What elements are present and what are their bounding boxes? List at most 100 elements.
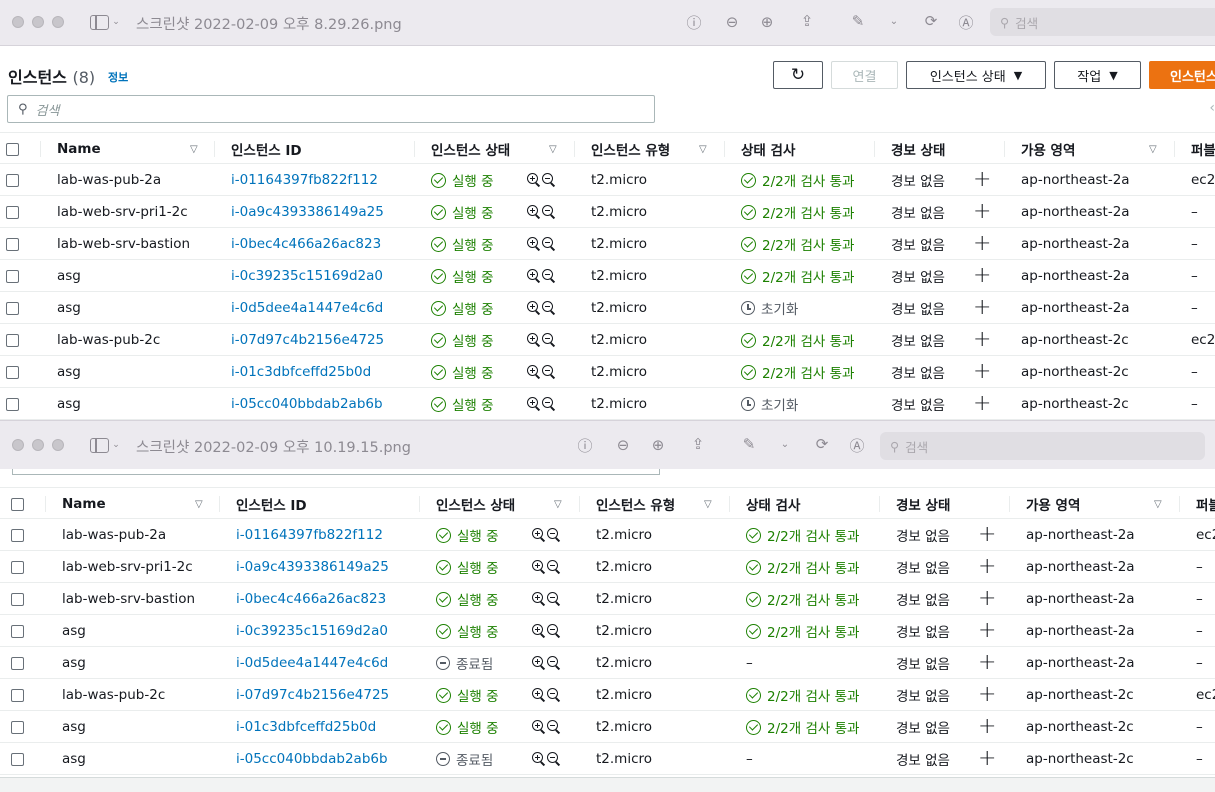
select-all-checkbox[interactable] — [6, 133, 19, 165]
zoom-in-icon[interactable]: ⊕ — [648, 435, 668, 455]
zoom-in-icon[interactable] — [532, 560, 546, 574]
add-alarm-plus-icon[interactable]: + — [973, 228, 991, 260]
zoom-in-icon[interactable] — [532, 720, 546, 734]
instance-id-link[interactable]: i-0c39235c15169d2a0 — [231, 260, 383, 292]
zoom-in-icon[interactable] — [527, 397, 541, 411]
window-search-field[interactable]: ⚲ 검색 — [990, 8, 1215, 36]
column-header-name[interactable]: Name — [62, 488, 106, 520]
sort-icon[interactable]: ▽ — [554, 488, 562, 520]
column-header-status-check[interactable]: 상태 검사 — [746, 488, 800, 520]
status-check[interactable]: 2/2개 검사 통과 — [746, 711, 859, 743]
info-link[interactable]: 정보 — [108, 69, 128, 85]
zoom-window-button[interactable] — [52, 439, 64, 451]
column-header-instance-id[interactable]: 인스턴스 ID — [236, 488, 307, 520]
zoom-in-icon[interactable] — [527, 237, 541, 251]
instance-id-link[interactable]: i-05cc040bbdab2ab6b — [236, 743, 388, 775]
sort-icon[interactable]: ▽ — [549, 133, 557, 165]
zoom-in-icon[interactable] — [527, 365, 541, 379]
status-check[interactable]: 2/2개 검사 통과 — [741, 164, 854, 196]
instance-id-link[interactable]: i-0d5dee4a1447e4c6d — [231, 292, 383, 324]
annotate-icon[interactable]: Ⓐ — [956, 12, 976, 32]
table-row[interactable]: lab-was-pub-2a i-01164397fb822f112 실행 중 t2.… — [0, 519, 1215, 551]
status-check[interactable]: 2/2개 검사 통과 — [746, 615, 859, 647]
instance-id-link[interactable]: i-0a9c4393386149a25 — [231, 196, 384, 228]
add-alarm-plus-icon[interactable]: + — [973, 164, 991, 196]
row-checkbox[interactable] — [11, 647, 24, 679]
zoom-in-icon[interactable]: ⊕ — [757, 12, 777, 32]
status-check[interactable]: 2/2개 검사 통과 — [741, 356, 854, 388]
table-row[interactable]: asg i-05cc040bbdab2ab6b 실행 중 t2.micro 초기화 경보 … — [0, 388, 1215, 420]
zoom-in-icon[interactable] — [532, 624, 546, 638]
share-icon[interactable]: ⇪ — [688, 434, 708, 454]
zoom-out-icon[interactable] — [542, 333, 556, 347]
column-header-availability-zone[interactable]: 가용 영역 — [1021, 133, 1075, 165]
row-checkbox[interactable] — [6, 292, 19, 324]
zoom-out-icon[interactable] — [547, 656, 561, 670]
add-alarm-plus-icon[interactable]: + — [978, 519, 996, 551]
instance-id-link[interactable]: i-01164397fb822f112 — [231, 164, 378, 196]
status-check[interactable]: 2/2개 검사 통과 — [746, 551, 859, 583]
column-header-public[interactable]: 퍼블 — [1191, 133, 1215, 165]
zoom-in-icon[interactable] — [527, 205, 541, 219]
close-window-button[interactable] — [12, 16, 24, 28]
column-header-alarm-status[interactable]: 경보 상태 — [896, 488, 950, 520]
zoom-in-icon[interactable] — [532, 656, 546, 670]
zoom-in-icon[interactable] — [532, 688, 546, 702]
instance-state-button[interactable]: 인스턴스 상태 ▼ — [906, 61, 1046, 89]
row-checkbox[interactable] — [6, 260, 19, 292]
instance-id-link[interactable]: i-0a9c4393386149a25 — [236, 551, 389, 583]
column-header-availability-zone[interactable]: 가용 영역 — [1026, 488, 1080, 520]
zoom-out-icon[interactable] — [542, 365, 556, 379]
zoom-in-icon[interactable] — [527, 333, 541, 347]
rotate-icon[interactable]: ⟳ — [812, 434, 832, 454]
sort-icon[interactable]: ▽ — [190, 133, 198, 165]
table-row[interactable]: asg i-0c39235c15169d2a0 실행 중 t2.micro 2/2개 검… — [0, 260, 1215, 292]
add-alarm-plus-icon[interactable]: + — [978, 711, 996, 743]
column-header-instance-type[interactable]: 인스턴스 유형 — [591, 133, 670, 165]
add-alarm-plus-icon[interactable]: + — [978, 615, 996, 647]
column-header-instance-state[interactable]: 인스턴스 상태 — [431, 133, 510, 165]
zoom-out-icon[interactable] — [547, 752, 561, 766]
table-row[interactable]: lab-was-pub-2a i-01164397fb822f112 실행 중 t2.… — [0, 164, 1215, 196]
add-alarm-plus-icon[interactable]: + — [978, 551, 996, 583]
instance-search-input[interactable]: ⚲ 검색 — [7, 95, 655, 123]
sort-icon[interactable]: ▽ — [699, 133, 707, 165]
column-header-alarm-status[interactable]: 경보 상태 — [891, 133, 945, 165]
annotate-icon[interactable]: Ⓐ — [847, 435, 867, 455]
zoom-out-icon[interactable] — [542, 173, 556, 187]
table-row[interactable]: lab-was-pub-2c i-07d97c4b2156e4725 실행 중 t2.… — [0, 679, 1215, 711]
add-alarm-plus-icon[interactable]: + — [973, 388, 991, 420]
status-check[interactable]: 2/2개 검사 통과 — [741, 260, 854, 292]
connect-button[interactable]: 연결 — [831, 61, 898, 89]
status-check[interactable]: 2/2개 검사 통과 — [741, 324, 854, 356]
refresh-button[interactable]: ↻ — [773, 61, 823, 89]
add-alarm-plus-icon[interactable]: + — [978, 743, 996, 775]
markup-pen-icon[interactable]: ✎ — [848, 11, 868, 31]
instance-id-link[interactable]: i-0bec4c466a26ac823 — [231, 228, 381, 260]
instance-id-link[interactable]: i-01164397fb822f112 — [236, 519, 383, 551]
status-check[interactable]: 2/2개 검사 통과 — [746, 519, 859, 551]
add-alarm-plus-icon[interactable]: + — [973, 292, 991, 324]
row-checkbox[interactable] — [11, 743, 24, 775]
zoom-out-icon[interactable] — [547, 688, 561, 702]
select-all-checkbox[interactable] — [11, 488, 24, 520]
row-checkbox[interactable] — [6, 196, 19, 228]
instance-id-link[interactable]: i-0c39235c15169d2a0 — [236, 615, 388, 647]
zoom-out-icon[interactable] — [547, 528, 561, 542]
instance-id-link[interactable]: i-07d97c4b2156e4725 — [236, 679, 389, 711]
instance-id-link[interactable]: i-0bec4c466a26ac823 — [236, 583, 386, 615]
rotate-icon[interactable]: ⟳ — [921, 11, 941, 31]
zoom-out-icon[interactable] — [547, 560, 561, 574]
zoom-in-icon[interactable] — [527, 301, 541, 315]
add-alarm-plus-icon[interactable]: + — [978, 647, 996, 679]
zoom-out-icon[interactable]: ⊖ — [613, 435, 633, 455]
zoom-out-icon[interactable] — [542, 397, 556, 411]
zoom-in-icon[interactable] — [532, 592, 546, 606]
sort-icon[interactable]: ▽ — [704, 488, 712, 520]
status-check[interactable]: 2/2개 검사 통과 — [741, 228, 854, 260]
column-header-instance-state[interactable]: 인스턴스 상태 — [436, 488, 515, 520]
zoom-out-icon[interactable] — [542, 205, 556, 219]
instance-id-link[interactable]: i-01c3dbfceffd25b0d — [231, 356, 371, 388]
status-check[interactable]: 2/2개 검사 통과 — [741, 196, 854, 228]
instance-id-link[interactable]: i-01c3dbfceffd25b0d — [236, 711, 376, 743]
